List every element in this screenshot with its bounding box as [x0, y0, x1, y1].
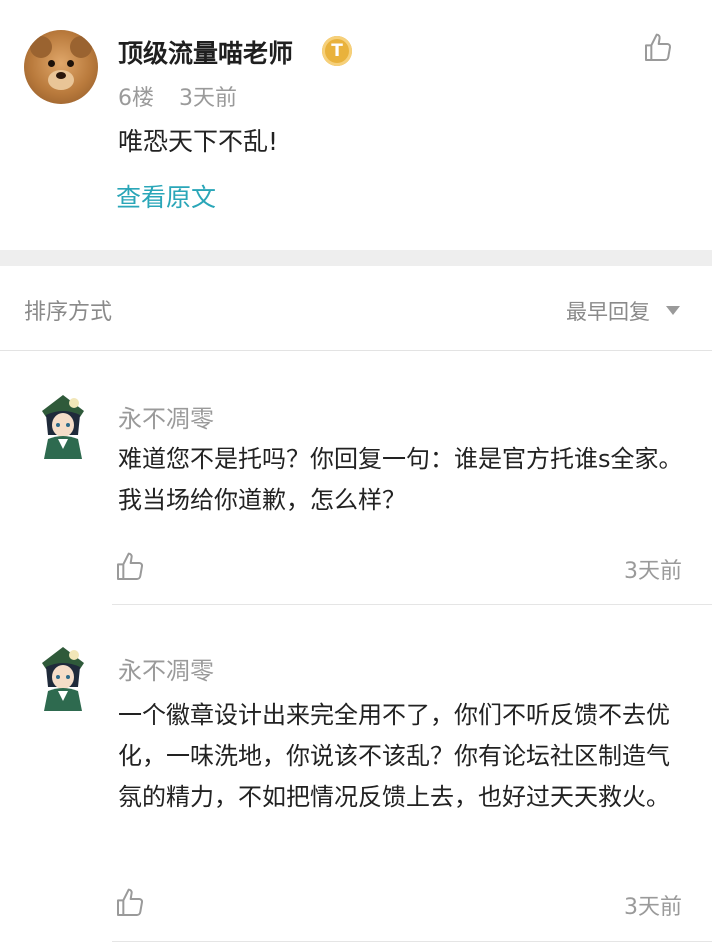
main-post: 顶级流量喵老师 T 6楼 3天前 唯恐天下不乱! 查看原文 — [0, 0, 712, 250]
post-time: 3天前 — [179, 86, 237, 111]
view-original-link[interactable]: 查看原文 — [116, 178, 216, 214]
thumbs-up-icon[interactable] — [114, 551, 146, 583]
author-avatar[interactable] — [24, 30, 98, 104]
author-name[interactable]: 顶级流量喵老师 — [118, 34, 293, 70]
reply-author[interactable]: 永不凋零 — [118, 399, 214, 434]
section-divider — [0, 250, 712, 266]
thumbs-up-icon[interactable] — [642, 32, 674, 64]
reply-author[interactable]: 永不凋零 — [118, 651, 214, 686]
reply-time: 3天前 — [624, 559, 682, 584]
reply-item: 永不凋零 难道您不是托吗？你回复一句：谁是官方托谁s全家。我当场给你道歉，怎么样… — [0, 351, 712, 605]
reply-time: 3天前 — [624, 895, 682, 920]
reply-content: 难道您不是托吗？你回复一句：谁是官方托谁s全家。我当场给你道歉，怎么样？ — [118, 445, 683, 514]
post-meta: 6楼 3天前 — [118, 80, 255, 112]
bear-nose — [56, 72, 66, 79]
bear-eye — [48, 60, 55, 67]
reply-content: 一个徽章设计出来完全用不了，你们不听反馈不去优化，一味洗地，你说该不该乱？你有论… — [118, 701, 670, 811]
bear-ear — [30, 36, 52, 58]
post-content: 唯恐天下不乱! — [118, 127, 279, 156]
sort-dropdown[interactable]: 最早回复 — [566, 296, 650, 326]
bear-ear — [70, 36, 92, 58]
reply-avatar[interactable] — [36, 393, 90, 459]
reply-item: 永不凋零 一个徽章设计出来完全用不了，你们不听反馈不去优化，一味洗地，你说该不该… — [0, 605, 712, 945]
triangle-down-icon[interactable] — [666, 306, 680, 315]
bear-eye — [67, 60, 74, 67]
sort-label: 排序方式 — [24, 300, 113, 325]
reply-avatar[interactable] — [36, 645, 90, 711]
sort-bar: 排序方式 最早回复 — [0, 266, 712, 351]
thumbs-up-icon[interactable] — [114, 887, 146, 919]
level-badge-icon: T — [322, 36, 352, 66]
floor-number: 6楼 — [118, 86, 154, 111]
reply-divider — [112, 941, 712, 942]
